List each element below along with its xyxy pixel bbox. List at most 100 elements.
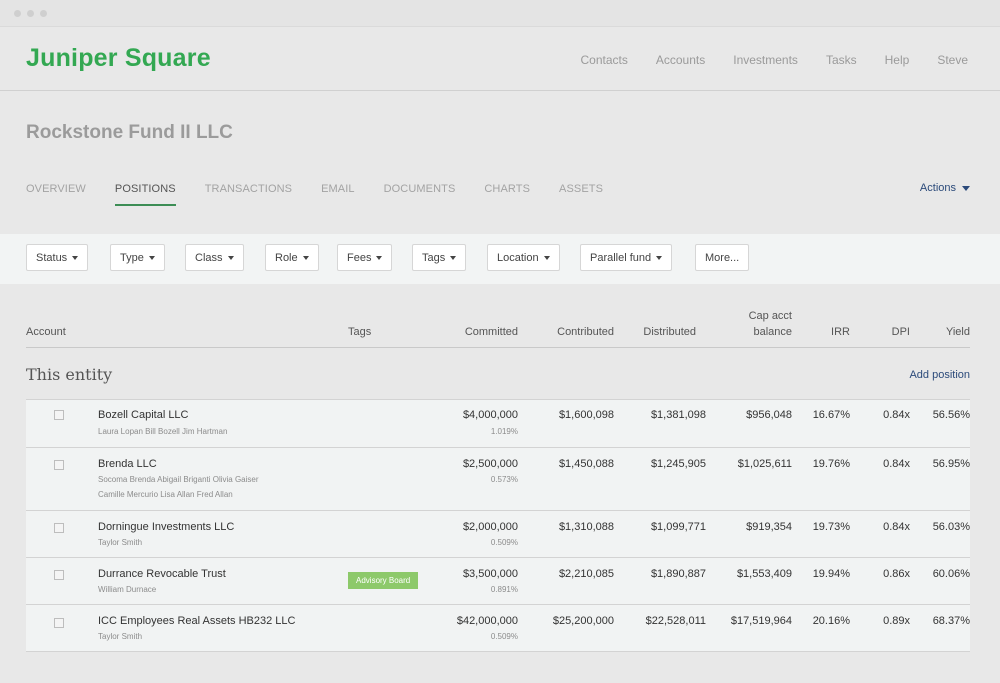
section-title: This entity: [26, 365, 113, 384]
account-contacts: Taylor Smith: [98, 632, 143, 641]
tab-assets[interactable]: ASSETS: [559, 183, 603, 195]
col-contributed[interactable]: Contributed: [557, 326, 614, 338]
cell-cap-balance: $919,354: [746, 521, 792, 533]
row-checkbox[interactable]: [54, 460, 64, 470]
nav-accounts[interactable]: Accounts: [656, 53, 705, 67]
cell-dpi: 0.86x: [883, 568, 910, 580]
table-row[interactable]: Bozell Capital LLC Laura Lopan Bill Boze…: [26, 399, 970, 447]
cell-irr: 19.73%: [812, 521, 850, 533]
chevron-down-icon: [450, 255, 457, 260]
window-dot: [40, 10, 47, 17]
cell-committed-pct: 0.573%: [490, 475, 518, 484]
account-contacts: William Durnace: [98, 585, 157, 594]
row-checkbox[interactable]: [54, 618, 64, 628]
cell-irr: 19.94%: [812, 568, 850, 580]
nav-investments[interactable]: Investments: [733, 53, 798, 67]
cell-yield: 68.37%: [932, 615, 970, 627]
filter-parallel-fund[interactable]: Parallel fund: [580, 244, 673, 271]
filter-more[interactable]: More...: [695, 244, 750, 271]
account-name[interactable]: ICC Employees Real Assets HB232 LLC: [98, 615, 295, 627]
col-yield[interactable]: Yield: [946, 326, 970, 338]
row-checkbox[interactable]: [54, 570, 64, 580]
tab-transactions[interactable]: TRANSACTIONS: [205, 183, 292, 195]
filter-label: Parallel fund: [590, 251, 652, 264]
account-name[interactable]: Dorningue Investments LLC: [98, 521, 234, 533]
account-contacts: Taylor Smith: [98, 538, 143, 547]
cell-yield: 56.03%: [932, 521, 970, 533]
chevron-down-icon: [72, 255, 79, 260]
cell-dpi: 0.84x: [883, 409, 910, 421]
cell-irr: 20.16%: [812, 615, 850, 627]
cell-contributed: $2,210,085: [558, 568, 614, 580]
chevron-down-icon: [656, 255, 663, 260]
account-name[interactable]: Brenda LLC: [98, 458, 157, 470]
cell-contributed: $1,450,088: [558, 458, 614, 470]
cell-committed-pct: 0.509%: [490, 538, 518, 547]
row-checkbox[interactable]: [54, 410, 64, 420]
filter-tags[interactable]: Tags: [412, 244, 467, 271]
cell-cap-balance: $17,519,964: [730, 615, 792, 627]
cell-committed-pct: 0.509%: [490, 632, 518, 641]
filter-class[interactable]: Class: [185, 244, 244, 271]
col-distributed[interactable]: Distributed: [643, 326, 696, 338]
tab-documents[interactable]: DOCUMENTS: [384, 183, 456, 195]
col-irr[interactable]: IRR: [831, 326, 850, 338]
table-row[interactable]: Dorningue Investments LLC Taylor Smith $…: [26, 510, 970, 557]
tab-bar: OVERVIEW POSITIONS TRANSACTIONS EMAIL DO…: [26, 183, 632, 206]
nav-user[interactable]: Steve: [937, 53, 968, 67]
filter-location[interactable]: Location: [487, 244, 560, 271]
account-name[interactable]: Durrance Revocable Trust: [98, 568, 226, 580]
table-row[interactable]: Durrance Revocable Trust William Durnace…: [26, 557, 970, 604]
table-row[interactable]: ICC Employees Real Assets HB232 LLC Tayl…: [26, 604, 970, 652]
filter-type[interactable]: Type: [110, 244, 165, 271]
chevron-down-icon: [302, 255, 309, 260]
row-checkbox[interactable]: [54, 523, 64, 533]
cell-yield: 60.06%: [932, 568, 970, 580]
cell-cap-balance: $956,048: [746, 409, 792, 421]
col-cap-line2[interactable]: balance: [753, 326, 792, 338]
cell-cap-balance: $1,025,611: [737, 458, 792, 470]
tab-email[interactable]: EMAIL: [321, 183, 355, 195]
window-dot: [14, 10, 21, 17]
nav-help[interactable]: Help: [885, 53, 910, 67]
cell-contributed: $1,600,098: [558, 409, 614, 421]
nav-tasks[interactable]: Tasks: [826, 53, 857, 67]
tab-positions[interactable]: POSITIONS: [114, 183, 176, 206]
tab-overview[interactable]: OVERVIEW: [26, 183, 86, 195]
col-tags[interactable]: Tags: [348, 326, 371, 338]
filter-role[interactable]: Role: [265, 244, 319, 271]
filter-label: Type: [120, 251, 144, 264]
actions-label: Actions: [919, 182, 956, 194]
cell-contributed: $25,200,000: [552, 615, 614, 627]
cell-dpi: 0.84x: [883, 521, 910, 533]
filter-label: Role: [275, 251, 298, 264]
account-contacts: Camille Mercurio Lisa Allan Fred Allan: [98, 490, 233, 499]
add-position-link[interactable]: Add position: [909, 369, 970, 381]
app-logo[interactable]: Juniper Square: [26, 44, 211, 73]
cell-cap-balance: $1,553,409: [736, 568, 792, 580]
tab-charts[interactable]: CHARTS: [484, 183, 530, 195]
tag-badge[interactable]: Advisory Board: [348, 572, 419, 589]
nav-contacts[interactable]: Contacts: [581, 53, 628, 67]
filter-status[interactable]: Status: [26, 244, 89, 271]
col-account[interactable]: Account: [26, 326, 66, 338]
filter-fees[interactable]: Fees: [337, 244, 393, 271]
filter-label: Class: [195, 251, 223, 264]
cell-committed: $2,000,000: [462, 521, 518, 533]
chevron-down-icon: [227, 255, 234, 260]
col-committed[interactable]: Committed: [465, 326, 518, 338]
account-name[interactable]: Bozell Capital LLC: [98, 409, 189, 421]
table-header: Account Tags Committed Contributed Distr…: [26, 305, 970, 348]
table-row[interactable]: Brenda LLC Socoma Brenda Abigail Brigant…: [26, 447, 970, 510]
cell-distributed: $1,099,771: [650, 521, 706, 533]
actions-menu[interactable]: Actions: [920, 182, 970, 194]
cell-committed: $42,000,000: [456, 615, 518, 627]
col-dpi[interactable]: DPI: [892, 326, 910, 338]
cell-yield: 56.56%: [932, 409, 970, 421]
chevron-down-icon: [148, 255, 155, 260]
col-cap-line1[interactable]: Cap acct: [749, 310, 792, 322]
filter-label: Status: [36, 251, 68, 264]
window-dot: [27, 10, 34, 17]
cell-irr: 16.67%: [812, 409, 850, 421]
cell-committed: $4,000,000: [462, 409, 518, 421]
